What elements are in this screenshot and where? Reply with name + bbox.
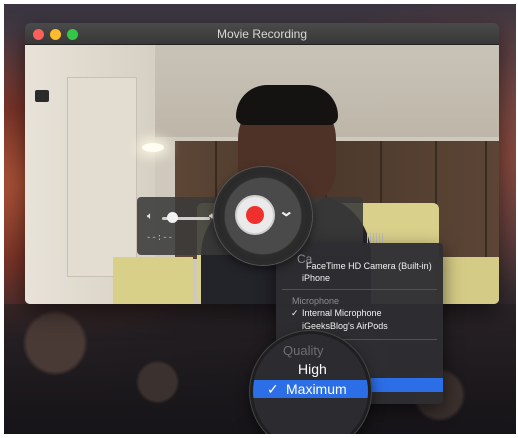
menu-separator	[282, 289, 437, 290]
window-title: Movie Recording	[216, 27, 308, 41]
camera-header-fragment: Ca	[297, 252, 313, 266]
menu-item-camera-facetime[interactable]: FaceTime HD Camera (Built-in)	[306, 261, 432, 271]
sofa-left	[113, 257, 193, 304]
selected-item-highlight	[371, 378, 443, 392]
quality-option-maximum[interactable]: Maximum	[286, 381, 347, 397]
person-hair	[236, 85, 338, 125]
room-door	[67, 77, 137, 277]
menu-item-internal-microphone[interactable]: Internal Microphone	[302, 308, 382, 318]
desktop-background: Movie Recording 🔈︎ 🔊︎ --:-- ⌄ FaceTime H…	[4, 4, 516, 434]
wall-camera	[35, 90, 49, 102]
ceiling-light	[142, 143, 164, 152]
menu-header-microphone: Microphone	[292, 296, 340, 306]
sofa-right	[435, 257, 499, 304]
elapsed-time: --:--	[146, 233, 174, 243]
record-dot-icon	[246, 206, 264, 224]
quality-header: Quality	[283, 343, 324, 358]
speaker-low-icon: 🔈︎	[147, 211, 153, 222]
title-bar[interactable]: Movie Recording	[25, 23, 499, 45]
quality-option-high[interactable]: High	[298, 361, 327, 377]
volume-slider-knob[interactable]	[166, 212, 178, 223]
chevron-down-icon[interactable]: ⌄	[278, 202, 294, 220]
menu-item-camera-iphone[interactable]: iPhone	[302, 273, 330, 283]
menu-item-airpods[interactable]: iGeeksBlog's AirPods	[302, 321, 388, 331]
record-button[interactable]	[235, 195, 275, 235]
checkmark-icon: ✓	[291, 308, 299, 318]
camera-header-fragment-holder: Ca	[293, 252, 325, 268]
record-magnifier: ⌄	[214, 167, 312, 265]
checkmark-icon: ✓	[267, 381, 279, 397]
